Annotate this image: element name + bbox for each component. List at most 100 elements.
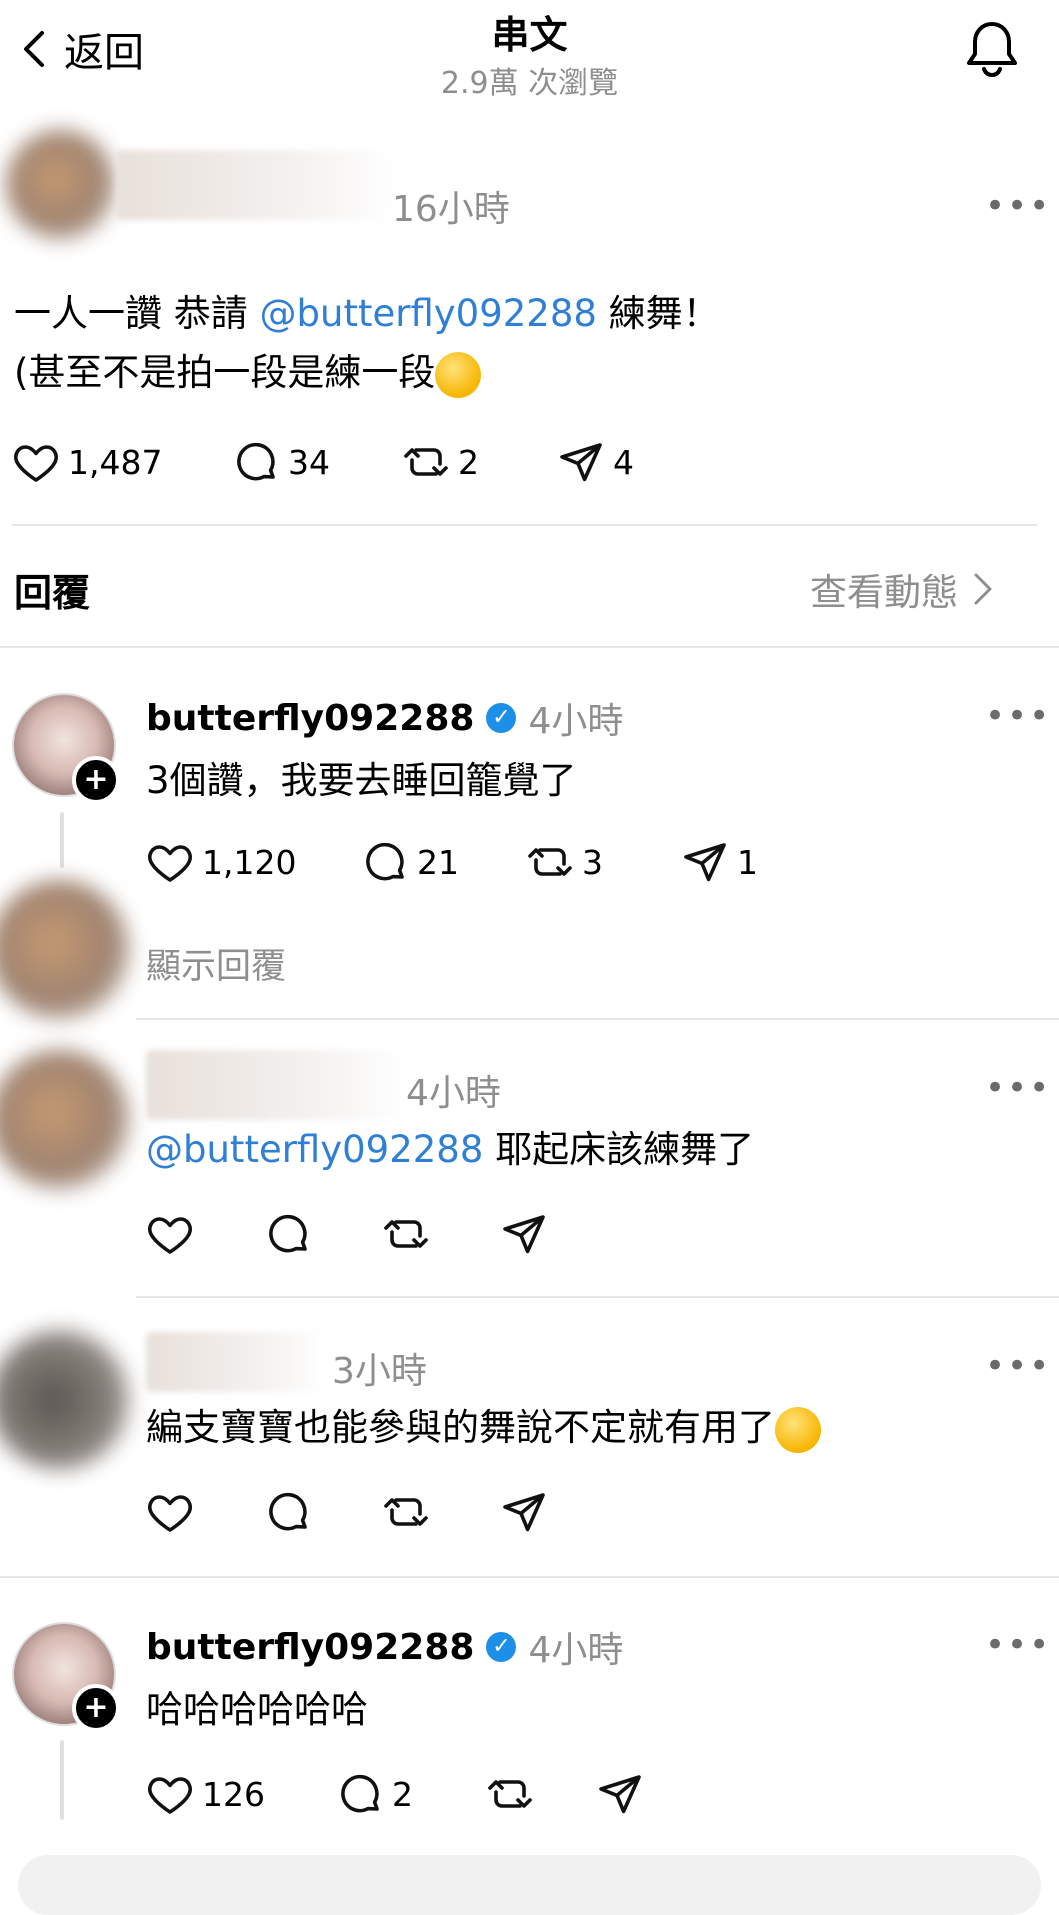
reply-text: 哈哈哈哈哈哈 [146,1688,368,1731]
verified-icon: ✓ [486,1632,517,1662]
view-activity-label: 查看動態 [810,571,958,614]
mention-link[interactable]: @butterfly092288 [146,1128,483,1171]
view-activity-link[interactable]: 查看動態 [810,562,994,616]
share-count: 1 [737,842,758,882]
thread-line [60,812,64,868]
more-icon[interactable]: ••• [985,696,1051,736]
username[interactable]: butterfly092288 [146,698,474,739]
repost-icon[interactable] [382,1488,430,1536]
repost-button[interactable]: 2 [402,438,557,486]
repost-button[interactable] [486,1770,596,1818]
comment-button[interactable]: 21 [361,838,526,886]
reply-time: 4小時 [528,701,624,742]
like-button[interactable]: 126 [146,1770,336,1818]
heart-icon [146,838,194,886]
repost-count: 2 [458,442,479,482]
reply-header: butterfly092288 ✓ 4小時 [146,1621,623,1673]
username-blurred[interactable] [116,150,396,220]
repost-icon [486,1770,534,1818]
divider [0,646,1059,648]
post-body: 一人一讚 恭請 @butterfly092288 練舞！ (甚至不是拍一段是練一… [14,284,1044,402]
comment-icon [336,1770,384,1818]
like-count: 126 [202,1774,265,1814]
reply-header: butterfly092288 ✓ 4小時 [146,692,623,744]
post-actions: 1,487 34 2 4 [12,438,634,486]
avatar[interactable] [0,1050,130,1190]
like-button[interactable]: 1,487 [12,438,232,486]
chevron-right-icon [974,573,992,605]
share-count: 4 [613,442,634,482]
more-icon[interactable]: ••• [985,1346,1051,1386]
repost-button[interactable]: 3 [526,838,681,886]
reply-actions: 126 2 [146,1770,644,1818]
share-button[interactable] [596,1770,644,1818]
comment-button[interactable]: 2 [336,1770,486,1818]
reply-text-body: 耶起床該練舞了 [483,1128,755,1171]
follow-plus-icon[interactable]: + [72,756,120,804]
username-blurred[interactable] [146,1050,406,1120]
divider [136,1296,1059,1298]
repost-count: 3 [582,842,603,882]
send-icon[interactable] [500,1488,548,1536]
share-button[interactable]: 4 [557,438,634,486]
comment-count: 2 [392,1774,413,1814]
username[interactable]: butterfly092288 [146,1627,474,1668]
more-icon[interactable]: ••• [985,1625,1051,1665]
reply-actions [146,1210,548,1258]
comment-button[interactable]: 34 [232,438,402,486]
divider [136,1018,1059,1020]
comment-icon [232,438,280,486]
like-count: 1,487 [68,442,163,482]
repost-icon [402,438,450,486]
reply-input-bar[interactable] [18,1855,1041,1915]
bell-icon[interactable] [962,18,1022,80]
username-blurred[interactable] [146,1332,326,1392]
reply-time: 4小時 [406,1073,501,1114]
post-text-1: 一人一讚 恭請 [14,292,260,335]
repost-icon[interactable] [382,1210,430,1258]
heart-icon[interactable] [146,1210,194,1258]
like-button[interactable]: 1,120 [146,838,361,886]
divider [0,1576,1059,1578]
send-icon[interactable] [500,1210,548,1258]
post-text-2: 練舞！ [596,292,720,335]
mention-link[interactable]: @butterfly092288 [260,292,597,335]
comment-icon[interactable] [264,1210,312,1258]
send-icon [596,1770,644,1818]
comment-icon [361,838,409,886]
comment-count: 21 [417,842,459,882]
repost-icon [526,838,574,886]
follow-plus-icon[interactable]: + [72,1684,120,1732]
more-icon[interactable]: ••• [985,1068,1051,1108]
comment-count: 34 [288,442,330,482]
reply-text: @butterfly092288 耶起床該練舞了 [146,1120,754,1179]
reply-actions: 1,120 21 3 1 [146,838,758,886]
replies-heading: 回覆 [14,571,91,615]
send-icon [557,438,605,486]
heart-icon [12,438,60,486]
verified-icon: ✓ [486,703,517,733]
heart-icon[interactable] [146,1488,194,1536]
show-replies-link[interactable]: 顯示回覆 [146,938,286,989]
page-title: 串文 [491,13,568,57]
reply-time: 3小時 [332,1351,427,1392]
reply-text: 3個讚，我要去睡回籠覺了 [146,759,577,802]
more-icon[interactable]: ••• [985,186,1051,226]
rofl-emoji [435,351,482,398]
comment-icon[interactable] [264,1488,312,1536]
reply-time: 4小時 [528,1630,624,1671]
heart-icon [146,1770,194,1818]
reply-text: 編支寶寶也能參與的舞說不定就有用了 [146,1398,821,1457]
divider [12,524,1037,526]
post-text-3: (甚至不是拍一段是練一段 [14,351,436,394]
avatar[interactable] [0,880,130,1020]
reply-text-body: 編支寶寶也能參與的舞說不定就有用了 [146,1406,775,1449]
like-count: 1,120 [202,842,297,882]
share-button[interactable]: 1 [681,838,758,886]
avatar[interactable] [0,1330,130,1470]
view-count: 2.9萬 次瀏覽 [440,66,619,101]
avatar[interactable] [6,130,116,240]
thread-line [60,1740,64,1820]
laughing-emoji [775,1406,821,1453]
post-time: 16小時 [392,189,510,230]
